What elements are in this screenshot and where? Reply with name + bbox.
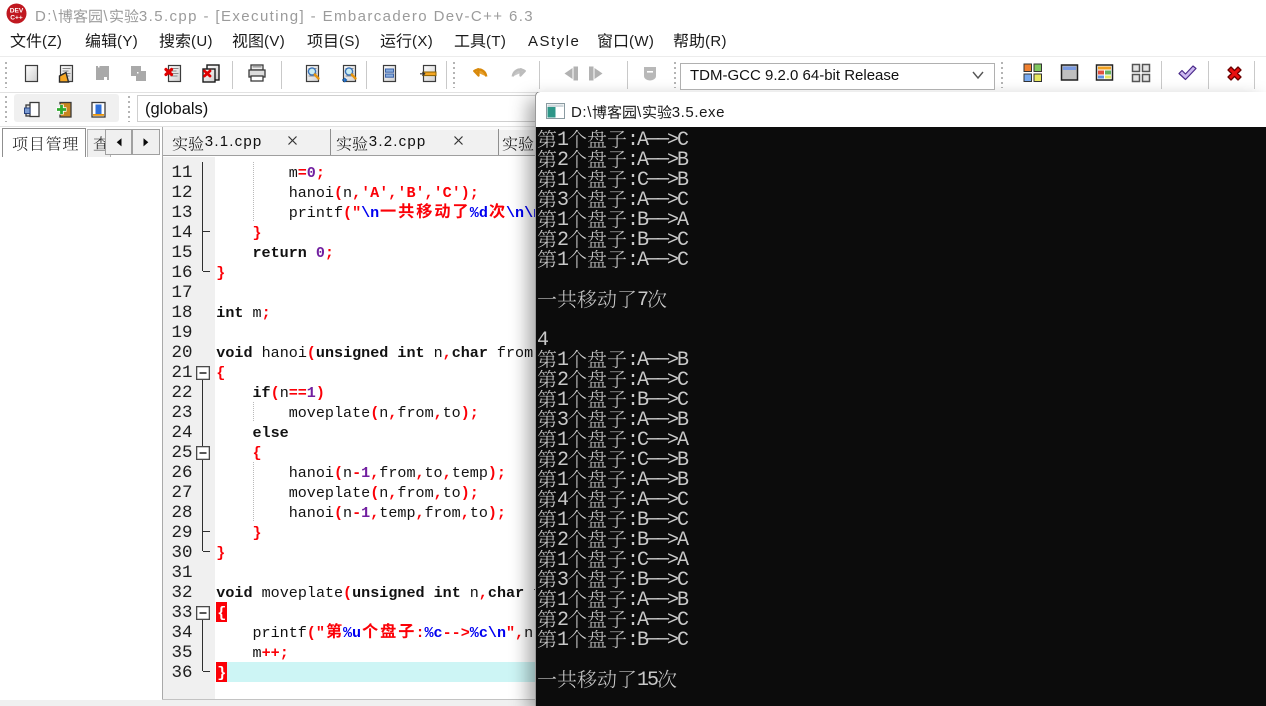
svg-text:C++: C++ xyxy=(10,15,23,22)
svg-text:DEV: DEV xyxy=(10,8,24,15)
